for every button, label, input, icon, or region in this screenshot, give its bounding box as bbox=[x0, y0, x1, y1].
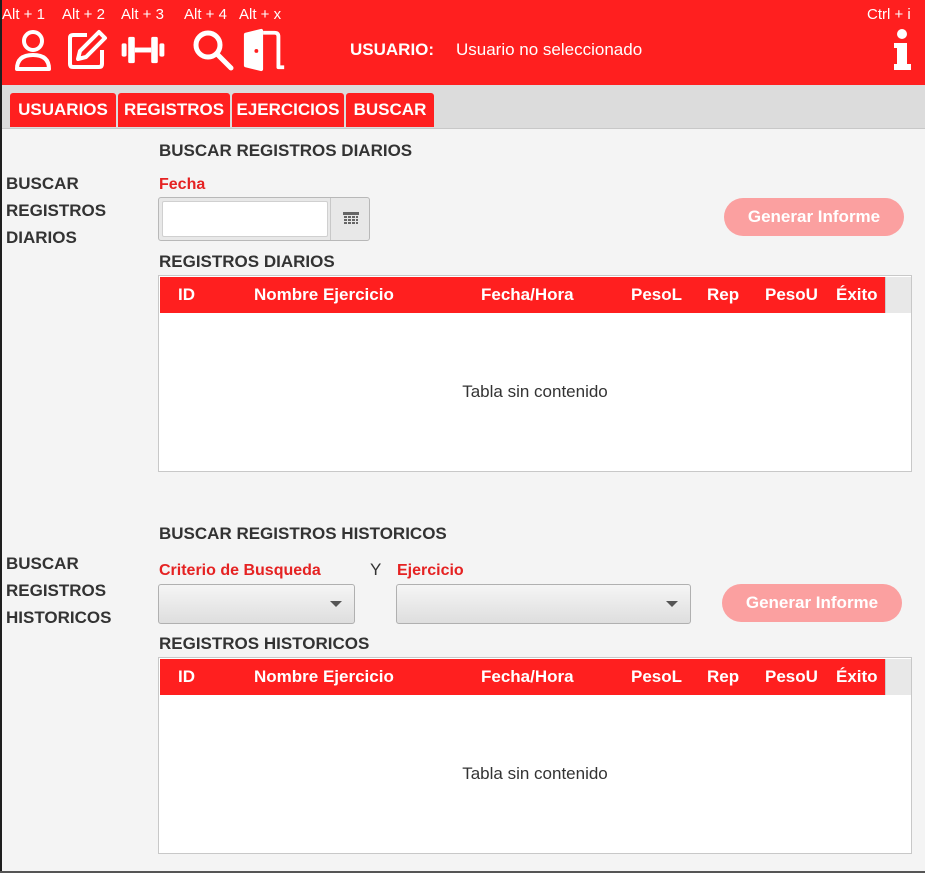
column-header-exercise[interactable]: Nombre Ejercicio bbox=[254, 277, 394, 313]
historic-side-label-line3: HISTORICOS bbox=[6, 608, 112, 627]
daily-section-title: BUSCAR REGISTROS DIARIOS bbox=[159, 141, 413, 160]
daily-records-table[interactable]: ID Nombre Ejercicio Fecha/Hora PesoL Rep… bbox=[158, 275, 912, 472]
historic-section-title: BUSCAR REGISTROS HISTORICOS bbox=[159, 524, 447, 543]
shortcut-hint-exit: Alt + x bbox=[239, 6, 282, 23]
daily-table-header: ID Nombre Ejercicio Fecha/Hora PesoL Rep… bbox=[160, 277, 885, 313]
criteria-label: Criterio de Busqueda bbox=[159, 562, 321, 579]
window-border bbox=[0, 0, 2, 873]
exit-button[interactable] bbox=[242, 26, 288, 74]
column-header-datetime[interactable]: Fecha/Hora bbox=[481, 659, 574, 695]
user-value: Usuario no seleccionado bbox=[456, 40, 643, 59]
daily-empty-message: Tabla sin contenido bbox=[462, 382, 608, 401]
daily-table-title: REGISTROS DIARIOS bbox=[159, 252, 335, 271]
tab-usuarios[interactable]: USUARIOS bbox=[10, 93, 116, 127]
column-menu-button[interactable] bbox=[885, 277, 911, 313]
column-header-exito[interactable]: Éxito bbox=[836, 277, 878, 313]
daily-report-button[interactable]: Generar Informe bbox=[724, 198, 904, 236]
shortcut-hint-ejercicios: Alt + 3 bbox=[121, 6, 164, 23]
records-button[interactable] bbox=[64, 26, 110, 74]
shortcut-hint-buscar: Alt + 4 bbox=[184, 6, 227, 23]
column-header-pesou[interactable]: PesoU bbox=[765, 659, 818, 695]
edit-icon bbox=[68, 30, 107, 69]
column-header-exito[interactable]: Éxito bbox=[836, 659, 878, 695]
tab-registros[interactable]: REGISTROS bbox=[118, 93, 230, 127]
column-header-pesol[interactable]: PesoL bbox=[631, 277, 682, 313]
calendar-icon bbox=[343, 212, 359, 224]
historic-empty-message: Tabla sin contenido bbox=[462, 764, 608, 783]
column-header-datetime[interactable]: Fecha/Hora bbox=[481, 277, 574, 313]
exercise-label: Ejercicio bbox=[397, 562, 464, 579]
historic-table-title: REGISTROS HISTORICOS bbox=[159, 634, 370, 653]
criteria-select[interactable] bbox=[158, 584, 355, 624]
exit-door-icon bbox=[243, 28, 285, 72]
search-button[interactable] bbox=[190, 26, 236, 74]
search-icon bbox=[193, 30, 234, 71]
calendar-button[interactable] bbox=[330, 198, 371, 240]
column-header-exercise[interactable]: Nombre Ejercicio bbox=[254, 659, 394, 695]
column-menu-button[interactable] bbox=[885, 659, 911, 695]
user-label: USUARIO: bbox=[350, 40, 435, 59]
column-header-id[interactable]: ID bbox=[178, 659, 195, 695]
date-label: Fecha bbox=[159, 176, 206, 193]
info-icon bbox=[894, 29, 911, 70]
historic-records-table[interactable]: ID Nombre Ejercicio Fecha/Hora PesoL Rep… bbox=[158, 657, 912, 854]
user-icon bbox=[15, 30, 51, 71]
historic-side-label-line2: REGISTROS bbox=[6, 581, 107, 600]
daily-side-label: BUSCAR REGISTROS DIARIOS bbox=[6, 170, 106, 251]
tab-bar: USUARIOS REGISTROS EJERCICIOS BUSCAR bbox=[2, 85, 925, 129]
daily-side-label-line2: REGISTROS bbox=[6, 201, 107, 220]
column-header-rep[interactable]: Rep bbox=[707, 277, 739, 313]
info-button[interactable] bbox=[886, 26, 918, 74]
dumbbell-icon bbox=[121, 36, 165, 64]
shortcut-hint-info: Ctrl + i bbox=[867, 6, 911, 23]
daily-side-label-line3: DIARIOS bbox=[6, 228, 77, 247]
chevron-down-icon bbox=[666, 601, 678, 607]
historic-side-label: BUSCAR REGISTROS HISTORICOS bbox=[6, 550, 111, 631]
historic-report-button[interactable]: Generar Informe bbox=[722, 584, 902, 622]
column-header-pesou[interactable]: PesoU bbox=[765, 277, 818, 313]
historic-table-header: ID Nombre Ejercicio Fecha/Hora PesoL Rep… bbox=[160, 659, 885, 695]
date-input[interactable] bbox=[162, 201, 328, 237]
historic-side-label-line1: BUSCAR bbox=[6, 554, 79, 573]
column-header-rep[interactable]: Rep bbox=[707, 659, 739, 695]
column-header-id[interactable]: ID bbox=[178, 277, 195, 313]
exercises-button[interactable] bbox=[120, 26, 166, 74]
users-button[interactable] bbox=[10, 26, 56, 74]
tab-buscar[interactable]: BUSCAR bbox=[346, 93, 434, 127]
column-header-pesol[interactable]: PesoL bbox=[631, 659, 682, 695]
conjunction-label: Y bbox=[370, 560, 382, 579]
exercise-select[interactable] bbox=[396, 584, 691, 624]
shortcut-hint-users: Alt + 1 bbox=[2, 6, 45, 23]
date-picker bbox=[158, 197, 370, 241]
tab-ejercicios[interactable]: EJERCICIOS bbox=[232, 93, 344, 127]
daily-side-label-line1: BUSCAR bbox=[6, 174, 79, 193]
shortcut-hint-registros: Alt + 2 bbox=[62, 6, 105, 23]
chevron-down-icon bbox=[330, 601, 342, 607]
header-bar: Alt + 1 Alt + 2 Alt + 3 Alt + 4 Alt + x … bbox=[2, 0, 925, 85]
